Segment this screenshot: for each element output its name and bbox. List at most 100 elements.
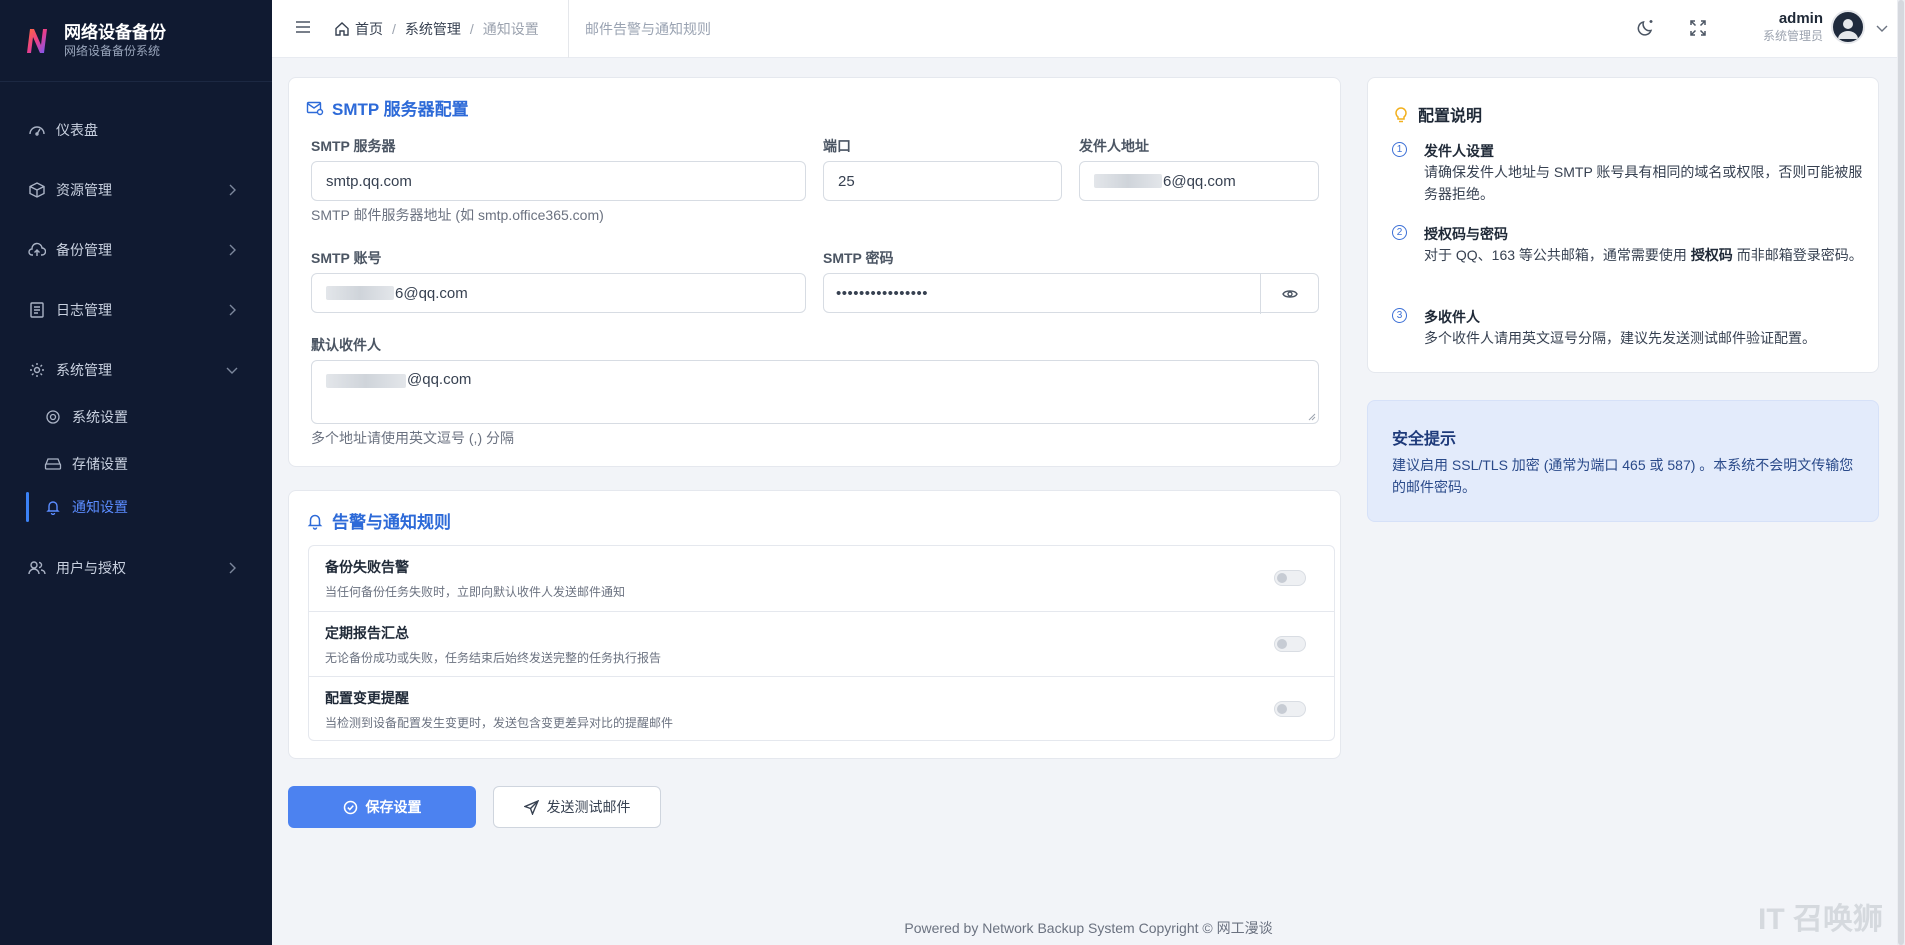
- brand[interactable]: 网络设备备份 网络设备备份系统: [0, 0, 272, 82]
- send-test-email-label: 发送测试邮件: [546, 799, 631, 815]
- smtp-password-input[interactable]: ••••••••••••••••: [823, 273, 1319, 314]
- tips-title: 配置说明: [1392, 102, 1482, 126]
- bell-icon: [307, 514, 323, 530]
- breadcrumb-separator: /: [469, 21, 474, 37]
- sidebar-item-system[interactable]: 系统管理: [0, 348, 272, 392]
- tip-number: 2: [1392, 225, 1407, 240]
- avatar[interactable]: [1831, 10, 1865, 44]
- storage-icon: [44, 455, 62, 473]
- sidebar-item-dashboard[interactable]: 仪表盘: [0, 108, 272, 152]
- rule-item-periodic-report: 定期报告汇总 无论备份成功或失败，任务结束后始终发送完整的任务执行报告: [309, 611, 1334, 676]
- sender-address-label: 发件人地址: [1079, 138, 1149, 154]
- chevron-right-icon: [229, 562, 236, 574]
- smtp-card-title: SMTP 服务器配置: [306, 95, 469, 120]
- default-recipient-textarea[interactable]: @qq.com: [311, 360, 1319, 424]
- smtp-account-value: 6@qq.com: [395, 284, 468, 302]
- page-scrollbar[interactable]: [1897, 0, 1905, 945]
- sender-address-input[interactable]: 6@qq.com: [1079, 161, 1319, 201]
- rule-item-backup-failure: 备份失败告警 当任何备份任务失败时，立即向默认收件人发送邮件通知: [309, 546, 1334, 611]
- sidebar-item-resources[interactable]: 资源管理: [0, 168, 272, 212]
- rules-card-title-text: 告警与通知规则: [332, 513, 451, 532]
- user-menu[interactable]: admin 系统管理员: [1762, 10, 1888, 44]
- save-settings-button[interactable]: 保存设置: [288, 786, 476, 828]
- sidebar-item-storage-settings[interactable]: 存储设置: [0, 442, 272, 486]
- send-test-email-button[interactable]: 发送测试邮件: [493, 786, 661, 828]
- home-icon: [335, 22, 349, 36]
- user-name: admin: [1778, 10, 1823, 27]
- sidebar-item-label: 备份管理: [56, 242, 112, 258]
- rule-title: 配置变更提醒: [325, 690, 409, 706]
- gear-icon: [44, 408, 62, 426]
- redacted-text: [1094, 174, 1162, 188]
- fullscreen-icon[interactable]: [1688, 18, 1708, 38]
- chevron-right-icon: [229, 244, 236, 256]
- breadcrumb-separator: /: [392, 21, 396, 37]
- bell-icon: [44, 498, 62, 516]
- document-icon: [28, 301, 46, 319]
- sidebar-item-label: 系统管理: [56, 362, 112, 378]
- sidebar-item-label: 系统设置: [72, 409, 128, 425]
- resize-handle-icon[interactable]: [1308, 413, 1316, 421]
- rule-description: 无论备份成功或失败，任务结束后始终发送完整的任务执行报告: [325, 651, 662, 665]
- alert-rules-card: 告警与通知规则 备份失败告警 当任何备份任务失败时，立即向默认收件人发送邮件通知…: [288, 490, 1341, 759]
- sidebar-item-backup[interactable]: 备份管理: [0, 228, 272, 272]
- mail-settings-icon: [306, 101, 324, 115]
- backup-failure-toggle[interactable]: [1274, 570, 1306, 586]
- top-header: 首页 / 系统管理 / 通知设置 邮件告警与通知规则 admin 系统管理员: [272, 0, 1905, 58]
- sidebar-item-notification-settings[interactable]: 通知设置: [0, 485, 272, 529]
- port-value: 25: [838, 172, 855, 190]
- sidebar-item-users[interactable]: 用户与授权: [0, 546, 272, 590]
- tip-title: 授权码与密码: [1424, 226, 1508, 242]
- smtp-card-title-text: SMTP 服务器配置: [332, 100, 469, 119]
- tip-text-part: 对于 QQ、163 等公共邮箱，通常需要使用: [1424, 247, 1691, 263]
- tip-text-part: 而非邮箱登录密码。: [1732, 247, 1863, 263]
- config-change-toggle[interactable]: [1274, 701, 1306, 717]
- breadcrumb-system[interactable]: 系统管理: [405, 19, 461, 39]
- page-subtitle: 邮件告警与通知规则: [568, 0, 711, 58]
- menu-toggle-icon[interactable]: [294, 18, 312, 36]
- sidebar-item-system-settings[interactable]: 系统设置: [0, 395, 272, 439]
- smtp-server-value: smtp.qq.com: [326, 172, 412, 190]
- user-role: 系统管理员: [1762, 29, 1823, 43]
- chevron-down-icon: [1876, 25, 1888, 32]
- logo-icon: [27, 28, 47, 53]
- port-input[interactable]: 25: [823, 161, 1062, 201]
- periodic-report-toggle[interactable]: [1274, 636, 1306, 652]
- gear-icon: [28, 361, 46, 379]
- avatar-icon: [1838, 19, 1858, 39]
- save-settings-label: 保存设置: [365, 799, 422, 815]
- sidebar-item-label: 存储设置: [72, 456, 128, 472]
- watermark: IT 召唤狮: [1758, 903, 1883, 936]
- security-title: 安全提示: [1392, 431, 1457, 448]
- show-password-button[interactable]: [1260, 274, 1318, 314]
- smtp-account-label: SMTP 账号: [311, 250, 382, 266]
- rule-title: 定期报告汇总: [325, 625, 409, 641]
- tip-title: 发件人设置: [1424, 143, 1494, 159]
- theme-toggle-icon[interactable]: [1636, 18, 1656, 38]
- redacted-text: [326, 286, 394, 300]
- sidebar-item-label: 资源管理: [56, 182, 112, 198]
- breadcrumb-current: 通知设置: [482, 21, 539, 37]
- eye-icon: [1281, 290, 1298, 298]
- smtp-account-input[interactable]: 6@qq.com: [311, 273, 806, 313]
- smtp-password-label: SMTP 密码: [823, 250, 894, 266]
- cube-icon: [28, 181, 46, 199]
- dashboard-icon: [28, 121, 46, 139]
- security-text: 建议启用 SSL/TLS 加密 (通常为端口 465 或 587) 。本系统不会…: [1392, 457, 1854, 495]
- sidebar-item-label: 通知设置: [72, 499, 128, 515]
- smtp-server-input[interactable]: smtp.qq.com: [311, 161, 806, 201]
- footer-copyright: Powered by Network Backup System Copyrig…: [904, 920, 1273, 936]
- rule-title: 备份失败告警: [325, 559, 409, 575]
- brand-title: 网络设备备份: [64, 22, 166, 42]
- breadcrumb-home[interactable]: 首页: [355, 19, 383, 39]
- tip-text-bold: 授权码: [1690, 247, 1733, 263]
- sidebar-item-logs[interactable]: 日志管理: [0, 288, 272, 332]
- chevron-right-icon: [229, 304, 236, 316]
- check-circle-icon: [343, 800, 357, 814]
- smtp-password-value: ••••••••••••••••: [836, 284, 929, 302]
- smtp-config-card: SMTP 服务器配置 SMTP 服务器 smtp.qq.com SMTP 邮件服…: [288, 77, 1341, 467]
- redacted-text: [326, 374, 406, 388]
- tip-title: 多收件人: [1424, 309, 1480, 325]
- sender-address-value: 6@qq.com: [1163, 172, 1236, 190]
- port-label: 端口: [823, 138, 851, 154]
